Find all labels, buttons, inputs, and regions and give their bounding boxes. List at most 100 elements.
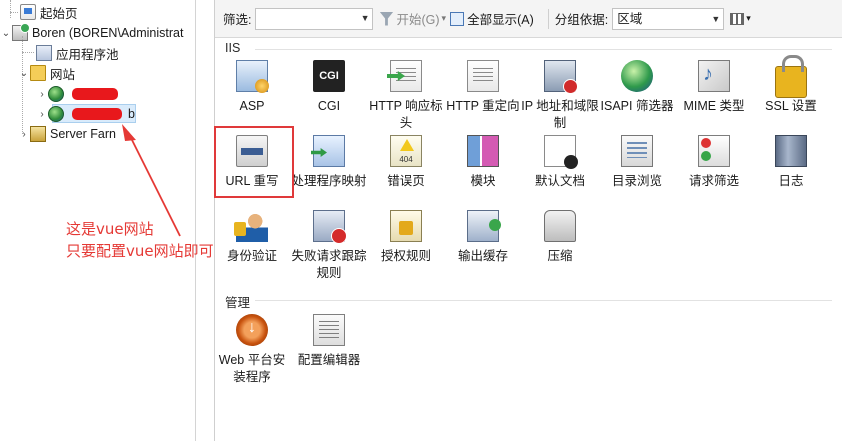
feature-tile[interactable]: 压缩 <box>521 210 599 265</box>
tree-item-server[interactable]: ⌄ Boren (BOREN\Administrat <box>0 23 183 43</box>
feature-label: IP 地址和域限制 <box>521 99 599 130</box>
feature-tile[interactable]: 请求筛选 <box>675 135 753 190</box>
dropdown-arrow-icon[interactable]: ▼ <box>361 13 370 23</box>
dropdown-arrow-icon[interactable]: ▾ <box>442 13 447 24</box>
collapse-arrow-icon[interactable]: ⌄ <box>0 28 12 39</box>
feature-tile[interactable]: IP 地址和域限制 <box>521 60 599 132</box>
feature-label: 压缩 <box>547 249 573 263</box>
toolbar-separator <box>547 8 549 29</box>
configuration-editor-icon <box>313 314 345 346</box>
group-by-select[interactable]: 区域 ▼ <box>612 7 725 30</box>
feature-tile[interactable]: 默认文档 <box>521 135 599 190</box>
feature-tile[interactable]: Web 平台安装程序 <box>213 314 291 386</box>
feature-tile[interactable]: MIME 类型 <box>675 60 753 115</box>
site-globe-icon <box>48 86 64 102</box>
feature-label: ASP <box>239 99 265 113</box>
expand-arrow-icon[interactable]: › <box>18 129 30 140</box>
feature-tile[interactable]: 处理程序映射 <box>290 135 368 190</box>
feature-tile[interactable]: 配置编辑器 <box>290 314 368 369</box>
section-title-management: 管理 <box>225 296 251 310</box>
feature-label: ISAPI 筛选器 <box>600 99 674 113</box>
tree-item-site-1[interactable]: › <box>36 84 68 104</box>
handler-mappings-icon <box>313 135 345 167</box>
tree-item-label: b <box>128 107 135 121</box>
tree-item-app-pools[interactable]: 应用程序池 <box>24 43 119 63</box>
feature-label: MIME 类型 <box>683 99 745 113</box>
feature-label: 目录浏览 <box>611 174 662 188</box>
feature-label: CGI <box>317 99 341 113</box>
filter-input[interactable]: ▼ <box>255 7 374 30</box>
feature-label: 错误页 <box>387 174 425 188</box>
feature-label: HTTP 重定向 <box>446 99 520 113</box>
cgi-icon: CGI <box>313 60 345 92</box>
feature-tile[interactable]: 模块 <box>444 135 522 190</box>
default-document-icon <box>544 135 578 169</box>
feature-label: 身份验证 <box>226 249 277 263</box>
http-redirect-icon <box>467 60 499 92</box>
asp-icon <box>236 60 269 93</box>
features-view: 筛选: ▼ 开始(G) ▾ 全部显示(A) 分组依据: 区域 ▼ ▾ IIS A… <box>214 0 842 441</box>
show-all-icon <box>450 11 465 26</box>
start-page-icon <box>20 4 36 20</box>
feature-tile[interactable]: HTTP 响应标头 <box>367 60 445 132</box>
feature-tile[interactable]: 目录浏览 <box>598 135 676 190</box>
expand-arrow-icon[interactable]: › <box>36 109 48 120</box>
feature-tile[interactable]: SSL 设置 <box>752 55 830 115</box>
server-icon <box>12 23 30 41</box>
feature-label: 模块 <box>470 174 496 188</box>
feature-label: 授权规则 <box>380 249 431 263</box>
section-title-iis: IIS <box>225 41 241 55</box>
feature-tile[interactable]: 输出缓存 <box>444 210 522 265</box>
feature-tile[interactable]: 身份验证 <box>213 210 291 265</box>
group-by-value: 区域 <box>617 11 643 26</box>
directory-browsing-icon <box>621 135 653 167</box>
feature-tile[interactable]: 日志 <box>752 135 830 190</box>
tree-item-label: 起始页 <box>40 6 78 21</box>
feature-tile[interactable]: CGI CGI <box>290 60 368 115</box>
show-all-button[interactable]: 全部显示(A) <box>450 9 534 28</box>
collapse-arrow-icon[interactable]: ⌄ <box>18 68 30 79</box>
authorization-rules-icon <box>390 210 422 242</box>
error-pages-icon <box>390 135 422 167</box>
feature-tile[interactable]: 错误页 <box>367 135 445 190</box>
feature-tile[interactable]: ASP <box>213 60 291 115</box>
filter-label: 筛选: <box>223 13 252 27</box>
tree-item-server-farms[interactable]: › Server Farn <box>18 124 116 144</box>
highlight-box-url-rewrite <box>214 126 294 198</box>
feature-label: 输出缓存 <box>457 249 508 263</box>
tree-item-sites[interactable]: ⌄ 网站 <box>18 63 75 83</box>
expand-arrow-icon[interactable]: › <box>36 89 48 100</box>
tree-item-label: Server Farn <box>50 127 116 141</box>
site-globe-icon <box>48 106 64 122</box>
mime-types-icon <box>698 60 730 92</box>
server-farm-icon <box>30 126 46 142</box>
feature-tile[interactable]: 授权规则 <box>367 210 445 265</box>
web-platform-installer-icon <box>236 314 268 346</box>
feature-tile[interactable]: HTTP 重定向 <box>444 60 522 115</box>
sites-folder-icon <box>30 65 46 81</box>
feature-label: 失败请求跟踪规则 <box>291 249 367 280</box>
output-caching-icon <box>467 210 501 242</box>
isapi-filters-icon <box>621 60 653 92</box>
authentication-icon <box>234 210 268 242</box>
dropdown-arrow-icon[interactable]: ▼ <box>711 9 720 29</box>
ip-domain-restrictions-icon <box>544 60 578 94</box>
tree-item-start-page[interactable]: 起始页 <box>8 2 78 22</box>
feature-label: 处理程序映射 <box>291 174 367 188</box>
feature-tile[interactable]: 失败请求跟踪规则 <box>290 210 368 282</box>
modules-icon <box>467 135 499 167</box>
feature-label: 日志 <box>778 174 804 188</box>
app-pool-icon <box>36 45 52 61</box>
annotation-line: 这是vue网站 <box>66 220 154 238</box>
ssl-lock-icon <box>775 55 807 98</box>
annotation-line: 只要配置vue网站即可 <box>66 242 214 260</box>
feature-tile[interactable]: ISAPI 筛选器 <box>598 60 676 115</box>
group-by-label: 分组依据: <box>554 13 609 27</box>
feature-label: 默认文档 <box>534 174 585 188</box>
filter-toolbar: 筛选: ▼ 开始(G) ▾ 全部显示(A) 分组依据: 区域 ▼ ▾ <box>215 0 842 38</box>
view-mode-button[interactable]: ▾ <box>730 12 751 25</box>
go-button[interactable]: 开始(G) <box>379 9 440 28</box>
redaction-mark <box>72 108 122 120</box>
tree-item-label: 网站 <box>50 67 76 82</box>
redaction-mark <box>72 88 118 100</box>
